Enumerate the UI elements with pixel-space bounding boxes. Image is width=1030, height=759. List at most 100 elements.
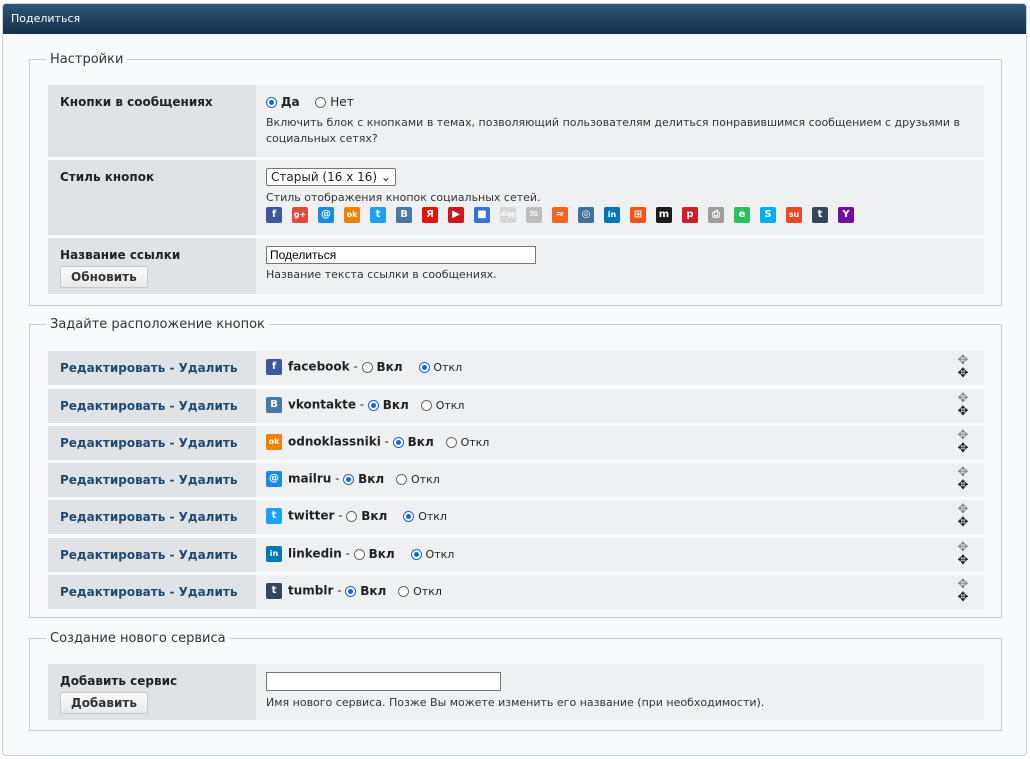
radio-on[interactable]: Вкл: [346, 509, 387, 523]
button-style-row: Стиль кнопок Старый (16 x 16) ⌄ Стиль от…: [48, 160, 984, 235]
buttons-in-posts-label: Кнопки в сообщениях: [48, 85, 256, 157]
drag-handle-icon[interactable]: ✥ ✥: [956, 392, 970, 418]
radio-on[interactable]: Вкл: [367, 398, 409, 412]
facebook-icon: f: [266, 359, 282, 375]
drag-handle-icon[interactable]: ✥ ✥: [956, 429, 970, 455]
add-service-row: Добавить сервис Добавить Имя нового серв…: [48, 664, 984, 720]
radio-on[interactable]: Вкл: [353, 547, 395, 561]
yahoo-icon: Y: [838, 207, 854, 223]
update-button[interactable]: Обновить: [60, 266, 148, 288]
radio-on[interactable]: Вкл: [343, 472, 384, 486]
linkedin-icon: in: [266, 546, 282, 562]
radio-off[interactable]: Откл: [403, 509, 447, 523]
radio-off[interactable]: Откл: [398, 584, 442, 598]
add-button[interactable]: Добавить: [60, 692, 148, 714]
link-name-hint: Название текста ссылки в сообщениях.: [266, 268, 497, 281]
edit-delete-link[interactable]: Редактировать - Удалить: [48, 426, 256, 460]
stumbleupon-icon: su: [786, 207, 802, 223]
twitter-icon: t: [370, 207, 386, 223]
email-icon: ✉: [526, 207, 542, 223]
drag-handle-icon[interactable]: ✥ ✥: [956, 541, 970, 567]
service-row-facebook: Редактировать - Удалить f facebook - Вкл О…: [48, 351, 984, 385]
edit-delete-link[interactable]: Редактировать - Удалить: [48, 389, 256, 423]
new-service-input[interactable]: [266, 672, 501, 691]
yandex-icon: Я: [422, 207, 438, 223]
link-name-label: Название ссылки: [60, 248, 181, 262]
link-name-row: Название ссылки Обновить Название текста…: [48, 238, 984, 294]
drag-handle-icon[interactable]: ✥ ✥: [956, 354, 970, 380]
delicious-icon: ■: [474, 207, 490, 223]
radio-off[interactable]: Откл: [445, 435, 489, 449]
button-style-select[interactable]: Старый (16 x 16) ⌄: [266, 168, 396, 186]
service-name: linkedin: [288, 546, 342, 561]
window-title: Поделиться: [3, 4, 1026, 34]
edit-delete-link[interactable]: Редактировать - Удалить: [48, 575, 256, 609]
skype-icon: S: [760, 207, 776, 223]
radio-off[interactable]: Откл: [396, 472, 440, 486]
buttons-in-posts-hint: Включить блок с кнопками в темах, позвол…: [266, 116, 961, 145]
social-icons-strip: f g+ @ ok t B Я ▶ ■ digg ✉ ≈ ◎ in ⊞ m p ⎙ e Ssu t Y: [266, 207, 974, 224]
odnoklassniki-icon: ok: [266, 434, 282, 450]
service-row-tumblr: Редактировать - Удалить t tumblr - Вкл Отк…: [48, 575, 984, 609]
radio-on[interactable]: Вкл: [392, 435, 434, 449]
service-row-linkedin: Редактировать - Удалить in linkedin - Вкл …: [48, 538, 984, 572]
chevron-down-icon: ⌄: [380, 170, 391, 184]
placement-section: Задайте расположение кнопок Редактироват…: [29, 317, 1002, 618]
windows-live-icon: ⊞: [630, 207, 646, 223]
new-service-section: Создание нового сервиса Добавить сервис …: [29, 631, 1002, 731]
rss-icon: ≈: [552, 207, 568, 223]
service-row-odnoklassniki: Редактировать - Удалить ok odnoklassniki -…: [48, 426, 984, 460]
new-service-hint: Имя нового сервиса. Позже Вы можете изме…: [266, 696, 765, 709]
odnoklassniki-icon: ok: [344, 207, 360, 223]
link-name-input[interactable]: [266, 246, 536, 264]
service-row-vkontakte: Редактировать - Удалить Bvkontakte - Вкл …: [48, 389, 984, 423]
linkedin-icon: in: [604, 207, 620, 223]
radio-off[interactable]: Откл: [410, 547, 454, 561]
radio-on[interactable]: Вкл: [345, 584, 386, 598]
edit-delete-link[interactable]: Редактировать - Удалить: [48, 463, 256, 497]
drag-handle-icon[interactable]: ✥ ✥: [956, 578, 970, 604]
share-settings-panel: Поделиться Настройки Кнопки в сообщениях…: [2, 3, 1027, 756]
buttons-in-posts-row: Кнопки в сообщениях Да Нет Включить блок…: [48, 85, 984, 157]
radio-no[interactable]: Нет: [315, 95, 354, 109]
drag-handle-icon[interactable]: ✥ ✥: [956, 503, 970, 529]
googleplus-icon: g+: [292, 207, 308, 223]
service-name: facebook: [288, 359, 350, 374]
placement-legend: Задайте расположение кнопок: [50, 317, 265, 332]
radio-off[interactable]: Откл: [418, 360, 462, 374]
edit-delete-link[interactable]: Редактировать - Удалить: [48, 500, 256, 534]
button-style-hint: Стиль отображения кнопок социальных сете…: [266, 191, 541, 204]
instagram-icon: ◎: [578, 207, 594, 223]
radio-on[interactable]: Вкл: [361, 360, 403, 374]
service-name: mailru: [288, 471, 332, 486]
service-name: tumblr: [288, 583, 334, 598]
add-service-label: Добавить сервис: [60, 674, 178, 688]
radio-off[interactable]: Откл: [420, 398, 464, 412]
youtube-icon: ▶: [448, 207, 464, 223]
service-name: odnoklassniki: [288, 434, 381, 449]
drag-handle-icon[interactable]: ✥ ✥: [956, 466, 970, 492]
service-name: twitter: [288, 508, 335, 523]
edit-delete-link[interactable]: Редактировать - Удалить: [48, 538, 256, 572]
service-row-mailru: Редактировать - Удалить @ mailru - Вкл Отк…: [48, 463, 984, 497]
edit-delete-link[interactable]: Редактировать - Удалить: [48, 351, 256, 385]
mailru-icon: @: [318, 207, 334, 223]
mailru-icon: @: [266, 471, 282, 487]
evernote-icon: e: [734, 207, 750, 223]
button-style-label: Стиль кнопок: [48, 160, 256, 235]
tumblr-icon: t: [266, 583, 282, 599]
tumblr-icon: t: [812, 207, 828, 223]
service-name: vkontakte: [288, 397, 356, 412]
myspace-icon: m: [656, 207, 672, 223]
vkontakte-icon: B: [396, 207, 412, 223]
twitter-icon: t: [266, 508, 282, 524]
print-icon: ⎙: [708, 207, 724, 223]
new-service-legend: Создание нового сервиса: [50, 631, 226, 646]
radio-yes[interactable]: Да: [266, 95, 300, 109]
pinterest-icon: p: [682, 207, 698, 223]
settings-legend: Настройки: [50, 52, 124, 67]
vkontakte-icon: B: [266, 397, 282, 413]
facebook-icon: f: [266, 207, 282, 223]
service-row-twitter: Редактировать - Удалить t twitter - Вкл От…: [48, 500, 984, 534]
settings-section: Настройки Кнопки в сообщениях Да Нет Вкл…: [29, 52, 1002, 306]
